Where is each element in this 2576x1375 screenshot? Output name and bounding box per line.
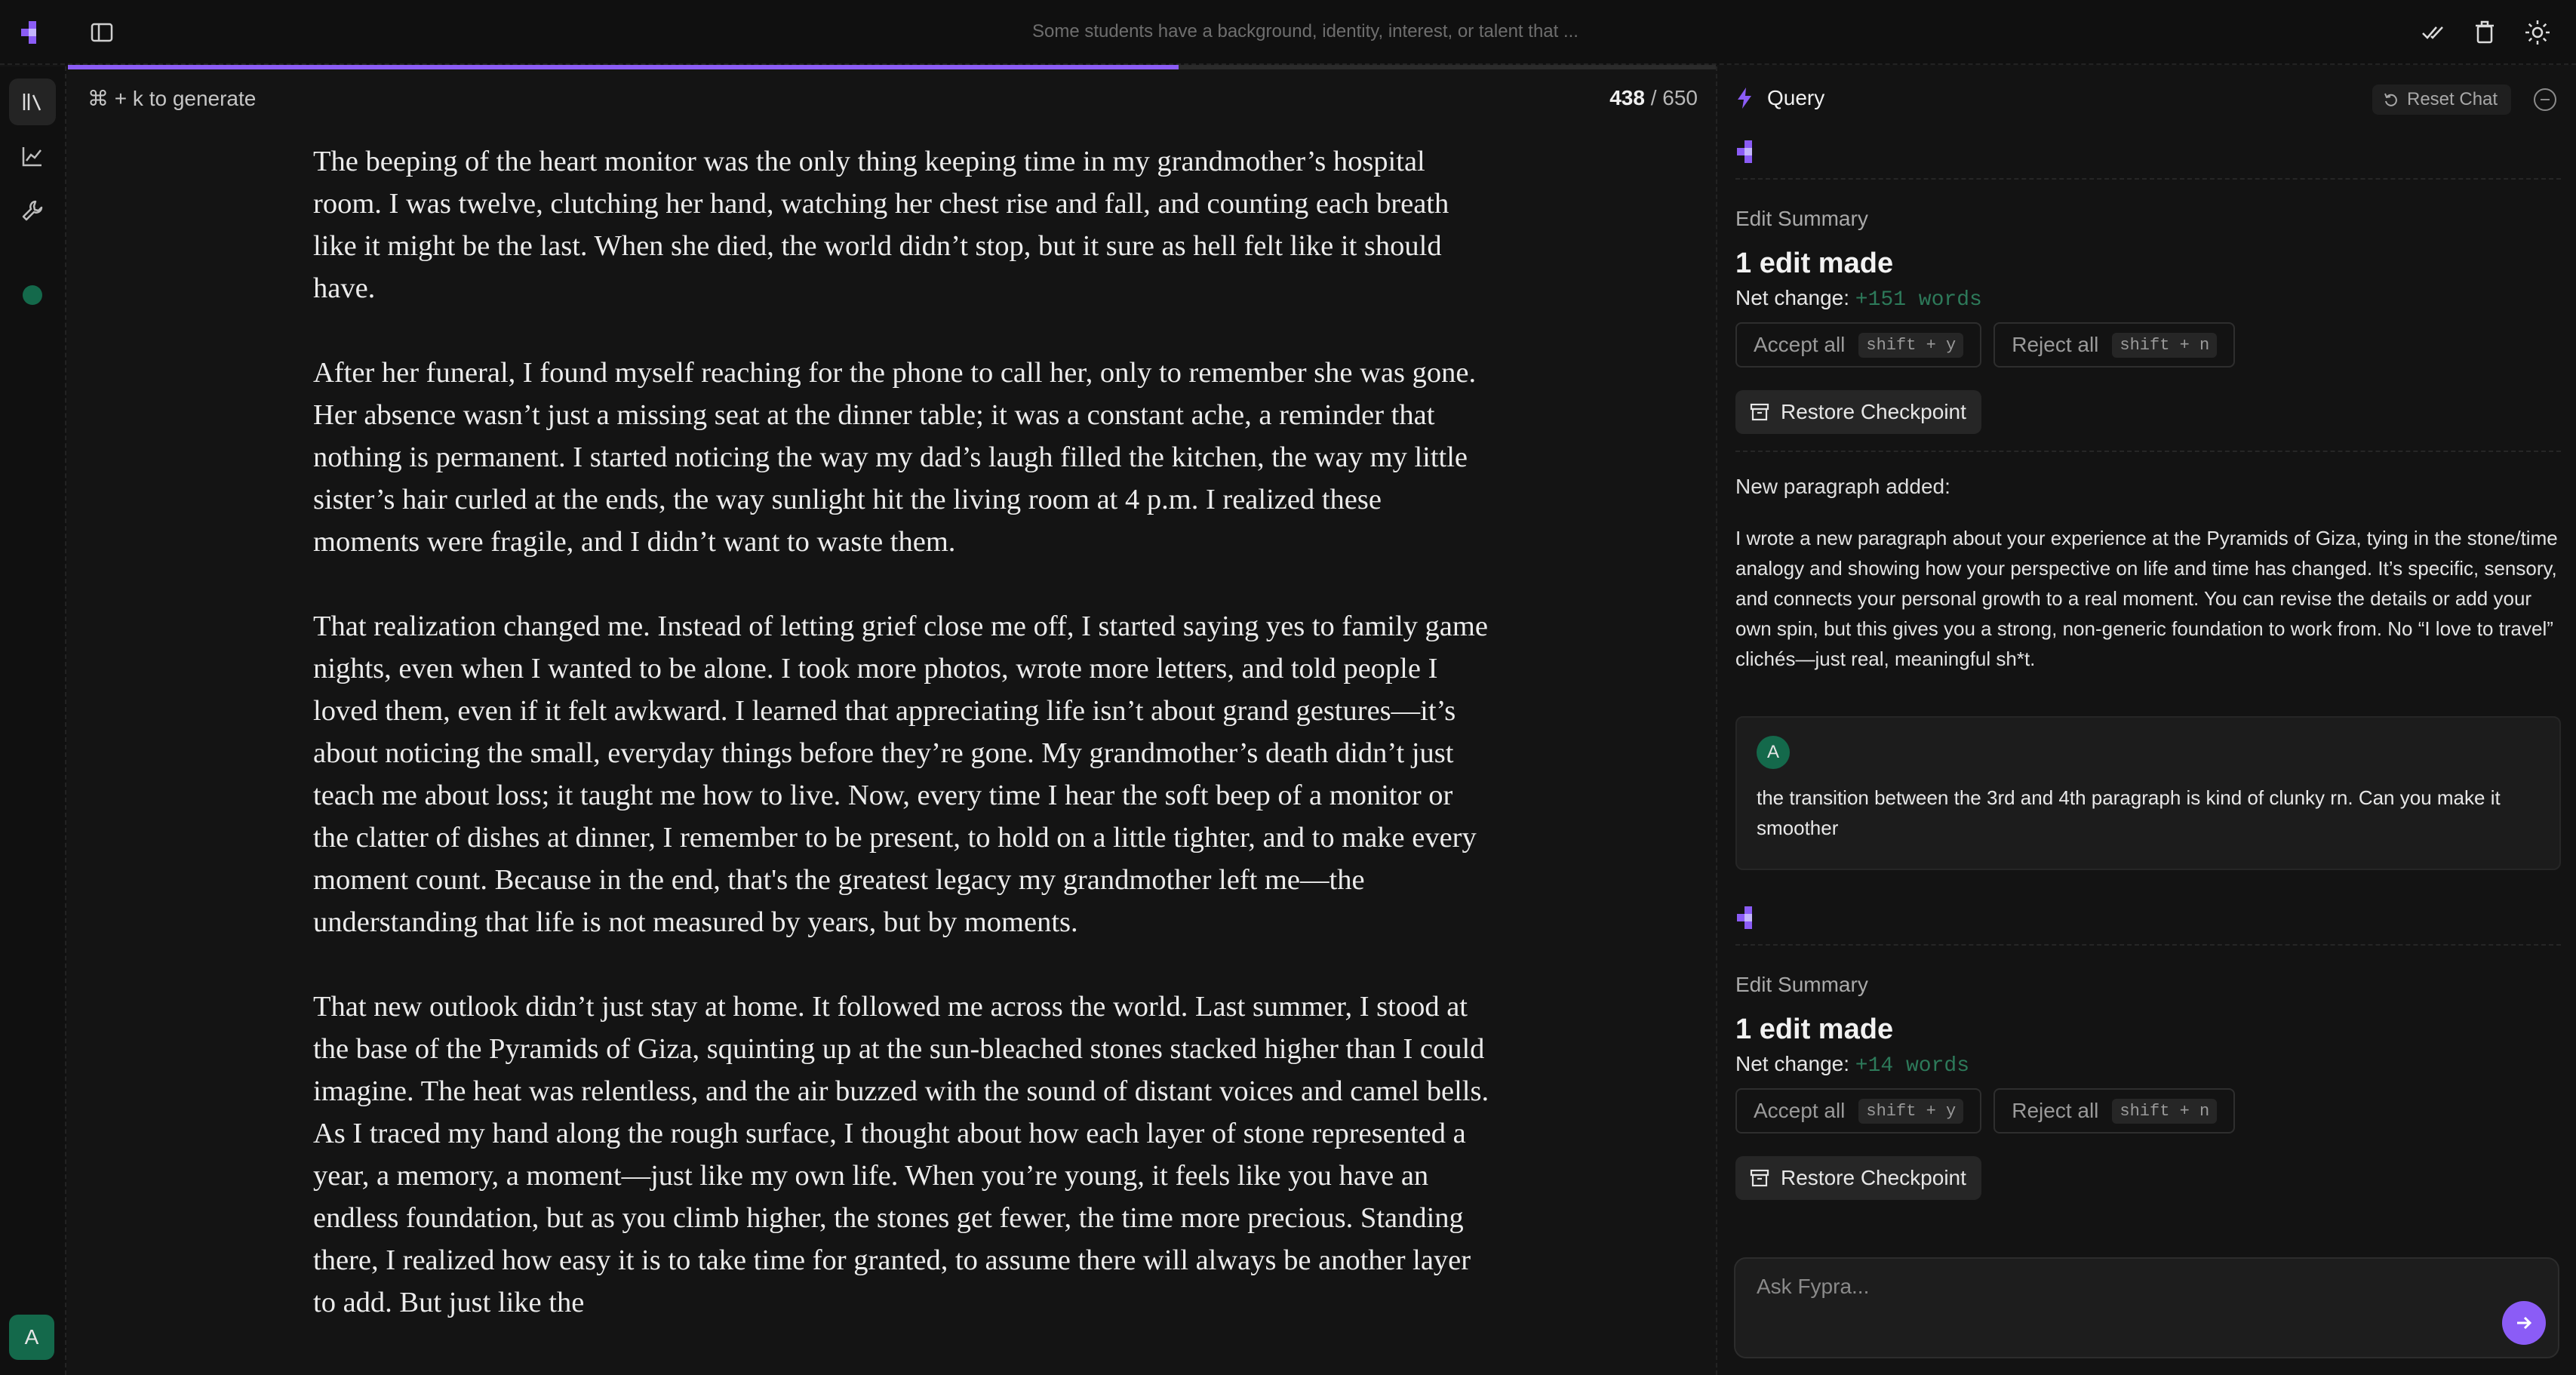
divider bbox=[1735, 451, 2561, 452]
word-count-max: 650 bbox=[1662, 86, 1698, 109]
divider bbox=[1735, 944, 2561, 946]
user-message: A the transition between the 3rd and 4th… bbox=[1735, 716, 2561, 870]
net-change-label: Net change: bbox=[1735, 286, 1849, 309]
app-logo[interactable] bbox=[20, 21, 42, 44]
net-change-value: +14 words bbox=[1855, 1054, 1970, 1078]
panel-title: Query bbox=[1767, 86, 1825, 109]
reject-shortcut: shift + n bbox=[2112, 1098, 2218, 1124]
assistant-reply: I wrote a new paragraph about your exper… bbox=[1735, 527, 2558, 670]
theme-sun-icon[interactable] bbox=[2523, 18, 2552, 47]
analytics-icon[interactable] bbox=[9, 133, 56, 180]
essay-editor[interactable]: The beeping of the heart monitor was the… bbox=[313, 140, 1490, 1375]
arrow-right-icon bbox=[2517, 1316, 2532, 1330]
accept-all-button[interactable]: Accept all shift + y bbox=[1735, 322, 1982, 368]
document-title: Some students have a background, identit… bbox=[1032, 21, 1578, 42]
essay-paragraph[interactable]: That realization changed me. Instead of … bbox=[313, 605, 1490, 943]
restore-checkpoint-button[interactable]: Restore Checkpoint bbox=[1735, 1156, 1981, 1200]
accept-shortcut: shift + y bbox=[1858, 332, 1964, 358]
user-message-avatar: A bbox=[1757, 736, 1790, 769]
edit-count: 1 edit made bbox=[1735, 1014, 1894, 1045]
edit-count: 1 edit made bbox=[1735, 248, 1894, 279]
essay-paragraph[interactable]: The beeping of the heart monitor was the… bbox=[313, 140, 1490, 309]
assistant-logo-icon bbox=[1737, 906, 1752, 929]
divider bbox=[1735, 178, 2561, 180]
reject-all-label: Reject all bbox=[2012, 1099, 2099, 1122]
reject-shortcut: shift + n bbox=[2112, 332, 2218, 358]
reset-chat-button[interactable]: Reset Chat bbox=[2372, 85, 2512, 115]
generate-hint: ⌘ + k to generate bbox=[88, 87, 257, 110]
chat-thread: Edit Summary 1 edit made Net change: +15… bbox=[1735, 140, 2561, 1235]
ask-input[interactable] bbox=[1755, 1271, 2498, 1303]
send-button[interactable] bbox=[2502, 1301, 2546, 1345]
essay-paragraph[interactable]: That new outlook didn’t just stay at hom… bbox=[313, 986, 1490, 1324]
double-check-icon[interactable] bbox=[2418, 18, 2447, 47]
toggle-sidebar-icon[interactable] bbox=[89, 20, 115, 45]
restore-checkpoint-button[interactable]: Restore Checkpoint bbox=[1735, 390, 1981, 434]
trash-icon[interactable] bbox=[2470, 18, 2499, 47]
archive-icon bbox=[1750, 1169, 1769, 1187]
left-rail bbox=[0, 66, 66, 1375]
assistant-message: Edit Summary 1 edit made Net change: +15… bbox=[1735, 140, 2561, 674]
assistant-logo-icon bbox=[1737, 140, 1752, 163]
user-message-text: the transition between the 3rd and 4th p… bbox=[1757, 786, 2501, 839]
minimize-icon[interactable] bbox=[2534, 88, 2556, 111]
new-paragraph-label: New paragraph added: bbox=[1735, 475, 1950, 498]
net-change: Net change: +14 words bbox=[1735, 1052, 2561, 1078]
essay-paragraph[interactable]: After her funeral, I found myself reachi… bbox=[313, 352, 1490, 563]
net-change-label: Net change: bbox=[1735, 1052, 1849, 1075]
reject-all-button[interactable]: Reject all shift + n bbox=[1993, 322, 2236, 368]
archive-icon bbox=[1750, 403, 1769, 421]
accept-all-button[interactable]: Accept all shift + y bbox=[1735, 1088, 1982, 1134]
restore-checkpoint-label: Restore Checkpoint bbox=[1781, 400, 1966, 423]
net-change: Net change: +151 words bbox=[1735, 286, 2561, 312]
word-count-separator: / bbox=[1650, 86, 1657, 109]
reset-chat-label: Reset Chat bbox=[2407, 89, 2498, 109]
accept-shortcut: shift + y bbox=[1858, 1098, 1964, 1124]
bolt-icon bbox=[1738, 88, 1751, 109]
net-change-value: +151 words bbox=[1855, 288, 1982, 312]
reject-all-button[interactable]: Reject all shift + n bbox=[1993, 1088, 2236, 1134]
user-avatar[interactable]: A bbox=[9, 1315, 54, 1360]
word-progress-fill bbox=[68, 65, 1179, 69]
wrench-icon[interactable] bbox=[9, 187, 56, 234]
library-icon[interactable] bbox=[9, 78, 56, 125]
reject-all-label: Reject all bbox=[2012, 333, 2099, 356]
restore-checkpoint-label: Restore Checkpoint bbox=[1781, 1166, 1966, 1189]
edit-summary-label: Edit Summary bbox=[1735, 207, 1868, 230]
status-dot bbox=[23, 285, 42, 305]
word-count: 438 / 650 bbox=[1609, 86, 1698, 110]
accept-all-label: Accept all bbox=[1754, 333, 1846, 356]
accept-all-label: Accept all bbox=[1754, 1099, 1846, 1122]
assistant-message: Edit Summary 1 edit made Net change: +14… bbox=[1735, 906, 2561, 1200]
edit-summary-label: Edit Summary bbox=[1735, 973, 1868, 996]
word-count-current: 438 bbox=[1609, 86, 1645, 109]
reset-icon bbox=[2384, 93, 2397, 106]
